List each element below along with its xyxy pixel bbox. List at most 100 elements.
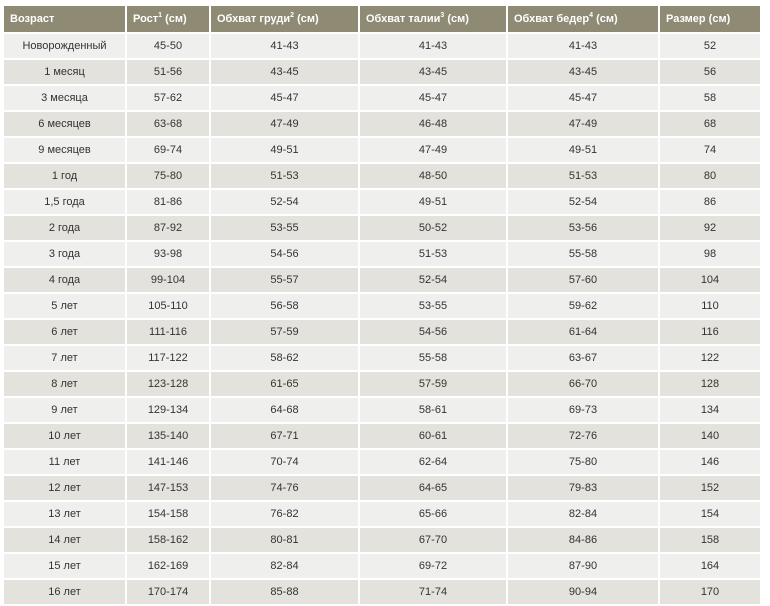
cell-height: 63-68 [127,112,209,136]
header-waist: Обхват талии3 (см) [360,6,506,32]
cell-size: 134 [660,398,760,422]
cell-size: 128 [660,372,760,396]
cell-waist: 41-43 [360,34,506,58]
table-row: 8 лет 123-128 61-65 57-59 66-70 128 [4,372,760,396]
cell-age: 2 года [4,216,125,240]
cell-hips: 57-60 [508,268,658,292]
cell-age: 16 лет [4,580,125,604]
cell-height: 111-116 [127,320,209,344]
table-row: 9 лет 129-134 64-68 58-61 69-73 134 [4,398,760,422]
cell-hips: 82-84 [508,502,658,526]
cell-age: 13 лет [4,502,125,526]
cell-age: 6 месяцев [4,112,125,136]
cell-height: 87-92 [127,216,209,240]
cell-chest: 57-59 [211,320,358,344]
cell-height: 81-86 [127,190,209,214]
cell-age: 11 лет [4,450,125,474]
cell-height: 93-98 [127,242,209,266]
cell-waist: 45-47 [360,86,506,110]
cell-height: 162-169 [127,554,209,578]
size-chart-table: Возраст Рост1 (см) Обхват груди2 (см) Об… [2,4,762,606]
table-row: 13 лет 154-158 76-82 65-66 82-84 154 [4,502,760,526]
table-row: 4 года 99-104 55-57 52-54 57-60 104 [4,268,760,292]
cell-waist: 46-48 [360,112,506,136]
cell-chest: 70-74 [211,450,358,474]
cell-size: 74 [660,138,760,162]
cell-size: 98 [660,242,760,266]
cell-chest: 43-45 [211,60,358,84]
table-row: 1,5 года 81-86 52-54 49-51 52-54 86 [4,190,760,214]
cell-hips: 45-47 [508,86,658,110]
table-row: 12 лет 147-153 74-76 64-65 79-83 152 [4,476,760,500]
cell-waist: 55-58 [360,346,506,370]
cell-size: 110 [660,294,760,318]
cell-hips: 51-53 [508,164,658,188]
cell-age: 1,5 года [4,190,125,214]
cell-hips: 90-94 [508,580,658,604]
cell-height: 170-174 [127,580,209,604]
cell-hips: 41-43 [508,34,658,58]
cell-chest: 53-55 [211,216,358,240]
cell-age: 14 лет [4,528,125,552]
cell-size: 68 [660,112,760,136]
table-row: 11 лет 141-146 70-74 62-64 75-80 146 [4,450,760,474]
cell-chest: 56-58 [211,294,358,318]
cell-waist: 47-49 [360,138,506,162]
cell-age: 9 месяцев [4,138,125,162]
cell-hips: 43-45 [508,60,658,84]
cell-age: 9 лет [4,398,125,422]
cell-hips: 52-54 [508,190,658,214]
cell-chest: 82-84 [211,554,358,578]
cell-size: 86 [660,190,760,214]
header-label: Размер (см) [666,13,731,25]
cell-waist: 43-45 [360,60,506,84]
header-label: Обхват груди [217,13,291,25]
cell-waist: 62-64 [360,450,506,474]
cell-height: 147-153 [127,476,209,500]
cell-waist: 51-53 [360,242,506,266]
cell-height: 57-62 [127,86,209,110]
cell-hips: 53-56 [508,216,658,240]
header-label: Обхват бедер [514,13,590,25]
cell-waist: 60-61 [360,424,506,448]
cell-age: 7 лет [4,346,125,370]
cell-size: 58 [660,86,760,110]
cell-size: 116 [660,320,760,344]
cell-hips: 72-76 [508,424,658,448]
cell-height: 158-162 [127,528,209,552]
table-row: 14 лет 158-162 80-81 67-70 84-86 158 [4,528,760,552]
cell-age: 12 лет [4,476,125,500]
table-row: 16 лет 170-174 85-88 71-74 90-94 170 [4,580,760,604]
cell-height: 45-50 [127,34,209,58]
table-row: 3 месяца 57-62 45-47 45-47 45-47 58 [4,86,760,110]
footnote-mark: 1 [158,12,163,19]
cell-size: 146 [660,450,760,474]
table-row: 1 год 75-80 51-53 48-50 51-53 80 [4,164,760,188]
cell-size: 154 [660,502,760,526]
header-chest: Обхват груди2 (см) [211,6,358,32]
cell-waist: 71-74 [360,580,506,604]
table-row: 1 месяц 51-56 43-45 43-45 43-45 56 [4,60,760,84]
table-row: 3 года 93-98 54-56 51-53 55-58 98 [4,242,760,266]
table-row: 6 месяцев 63-68 47-49 46-48 47-49 68 [4,112,760,136]
cell-height: 154-158 [127,502,209,526]
cell-chest: 41-43 [211,34,358,58]
cell-size: 122 [660,346,760,370]
cell-size: 152 [660,476,760,500]
cell-hips: 84-86 [508,528,658,552]
cell-height: 51-56 [127,60,209,84]
cell-height: 99-104 [127,268,209,292]
cell-age: 6 лет [4,320,125,344]
header-hips: Обхват бедер4 (см) [508,6,658,32]
cell-hips: 63-67 [508,346,658,370]
table-row: 15 лет 162-169 82-84 69-72 87-90 164 [4,554,760,578]
cell-age: 5 лет [4,294,125,318]
cell-size: 92 [660,216,760,240]
header-unit: (см) [444,13,469,25]
cell-waist: 53-55 [360,294,506,318]
cell-hips: 79-83 [508,476,658,500]
cell-chest: 51-53 [211,164,358,188]
header-label: Обхват талии [366,13,441,25]
cell-height: 123-128 [127,372,209,396]
footnote-mark: 3 [440,12,445,19]
